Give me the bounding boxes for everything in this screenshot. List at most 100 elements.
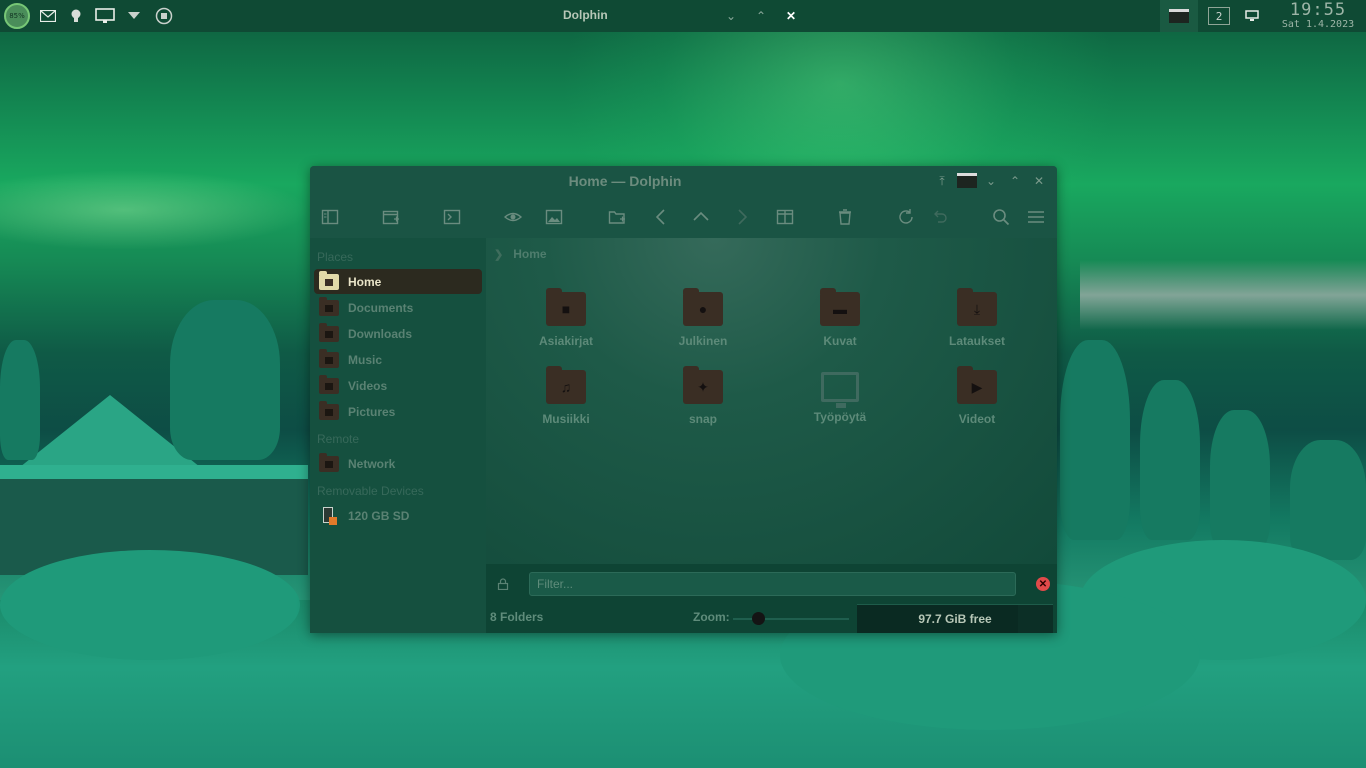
status-bar: 8 Folders Zoom: 97.7 GiB free	[486, 604, 1057, 633]
sidebar-item-label: Network	[348, 456, 396, 471]
remote-heading: Remote	[317, 432, 360, 446]
folder-item[interactable]: ▬ Kuvat	[780, 288, 900, 348]
sidebar-item-pictures[interactable]: Pictures	[314, 399, 482, 424]
snow-tree	[1210, 410, 1270, 550]
back-icon[interactable]	[650, 206, 672, 228]
sidebar-item-label: Home	[348, 274, 382, 289]
folder-name: Asiakirjat	[538, 334, 594, 348]
folder-item[interactable]: ✦ snap	[643, 366, 763, 426]
panel-maximize-icon[interactable]: ⌃	[752, 7, 770, 25]
folder-item[interactable]: ■ Asiakirjat	[506, 288, 626, 348]
taskbar-dolphin-button[interactable]	[1160, 0, 1198, 32]
new-window-icon[interactable]	[380, 206, 402, 228]
split-view-icon[interactable]	[774, 206, 796, 228]
removable-heading: Removable Devices	[317, 484, 424, 498]
panel-minimize-icon[interactable]: ⌄	[722, 7, 740, 25]
sidebar-item-label: Documents	[348, 300, 414, 315]
keep-above-icon[interactable]: ⤒	[933, 172, 951, 190]
close-icon[interactable]: ✕	[1030, 172, 1048, 190]
breadcrumb-home[interactable]: Home	[513, 247, 546, 261]
filter-input[interactable]	[529, 572, 1016, 596]
free-space-indicator[interactable]: 97.7 GiB free	[857, 604, 1053, 633]
public-folder-icon: ●	[683, 288, 723, 326]
preview-icon[interactable]	[502, 206, 524, 228]
folders-count: 8 Folders	[490, 610, 544, 624]
up-icon[interactable]	[690, 206, 712, 228]
desktop-icon	[821, 372, 859, 408]
snow-mound	[0, 550, 300, 660]
display-icon[interactable]	[1242, 10, 1262, 22]
window-title: Home — Dolphin	[568, 173, 682, 189]
trash-icon[interactable]	[834, 206, 856, 228]
folder-name: Kuvat	[823, 334, 857, 348]
folder-item[interactable]: ♫ Musiikki	[506, 366, 626, 426]
document-folder-icon: ■	[546, 288, 586, 326]
panels-icon[interactable]	[319, 206, 341, 228]
sidebar-item-label: Videos	[348, 378, 388, 393]
folder-item[interactable]: ▶ Videot	[917, 366, 1037, 426]
monitor-icon[interactable]	[90, 0, 120, 32]
clock[interactable]: 19:55 Sat 1.4.2023	[1270, 2, 1366, 30]
aurora-band	[1080, 260, 1366, 330]
terminal-icon[interactable]	[441, 206, 463, 228]
mail-icon[interactable]	[34, 0, 62, 32]
image-icon[interactable]	[543, 206, 565, 228]
breadcrumb: ❯ Home	[494, 247, 547, 261]
reload-icon[interactable]	[895, 206, 917, 228]
snap-folder-icon: ✦	[683, 366, 723, 404]
zoom-slider-handle[interactable]	[752, 612, 765, 625]
dolphin-window: Home — Dolphin ⤒ ⌄ ⌃ ✕ Places Home Docum…	[310, 166, 1057, 633]
close-icon[interactable]: ✕	[1036, 577, 1050, 591]
maximize-icon[interactable]: ⌃	[1006, 172, 1024, 190]
videos-folder-icon: ▶	[957, 366, 997, 404]
sidebar-item-downloads[interactable]: Downloads	[314, 321, 482, 346]
folder-name: Videot	[958, 412, 996, 426]
zoom-slider-track[interactable]	[733, 618, 849, 620]
videos-folder-icon	[319, 374, 339, 394]
zoom-label: Zoom:	[693, 610, 730, 624]
file-view[interactable]: ❯ Home ■ Asiakirjat ● Julkinen ▬ Kuvat ⤓…	[486, 238, 1057, 564]
panel-close-icon[interactable]: ✕	[782, 7, 800, 25]
new-folder-icon[interactable]	[606, 206, 628, 228]
home-folder-icon	[319, 270, 339, 290]
pictures-folder-icon	[319, 400, 339, 420]
aurora-left	[0, 170, 310, 250]
lock-icon[interactable]	[497, 577, 509, 591]
toolbar	[310, 196, 1057, 238]
chevron-right-icon[interactable]: ❯	[494, 248, 503, 261]
active-window-title: Dolphin	[563, 8, 608, 22]
record-icon[interactable]	[148, 0, 180, 32]
sidebar-item-music[interactable]: Music	[314, 347, 482, 372]
documents-folder-icon	[319, 296, 339, 316]
sidebar-item-label: Downloads	[348, 326, 413, 341]
sidebar-item-documents[interactable]: Documents	[314, 295, 482, 320]
folder-name: Työpöytä	[813, 410, 867, 424]
folder-icon	[1169, 9, 1189, 23]
folder-item[interactable]: ⤓ Lataukset	[917, 288, 1037, 348]
battery-percent: 85%	[9, 12, 25, 20]
folder-name: Julkinen	[678, 334, 728, 348]
menu-icon[interactable]	[1025, 206, 1047, 228]
minimize-icon[interactable]: ⌄	[982, 172, 1000, 190]
snow-tree	[170, 300, 280, 460]
snow-tree	[1060, 340, 1130, 540]
sidebar-item-sd-card[interactable]: 120 GB SD	[314, 503, 482, 528]
sidebar-item-home[interactable]: Home	[314, 269, 482, 294]
music-folder-icon	[319, 348, 339, 368]
chevron-down-icon[interactable]	[120, 0, 148, 32]
battery-indicator[interactable]: 85%	[4, 3, 30, 29]
virtual-desktop-pager[interactable]: 2	[1208, 7, 1230, 25]
sidebar-item-network[interactable]: Network	[314, 451, 482, 476]
folder-item[interactable]: ● Julkinen	[643, 288, 763, 348]
folder-item[interactable]: Työpöytä	[780, 366, 900, 424]
sidebar-item-videos[interactable]: Videos	[314, 373, 482, 398]
window-titlebar[interactable]: Home — Dolphin ⤒ ⌄ ⌃ ✕	[310, 166, 1057, 196]
window-app-icon	[957, 173, 977, 188]
downloads-folder-icon	[319, 322, 339, 342]
search-icon[interactable]	[990, 206, 1012, 228]
forward-icon[interactable]	[731, 206, 753, 228]
lightbulb-icon[interactable]	[62, 0, 90, 32]
places-heading: Places	[317, 250, 354, 264]
undo-icon[interactable]	[929, 206, 951, 228]
top-panel: 85% Dolphin ⌄ ⌃ ✕ 2 19:55 Sat 1.4.2023	[0, 0, 1366, 32]
